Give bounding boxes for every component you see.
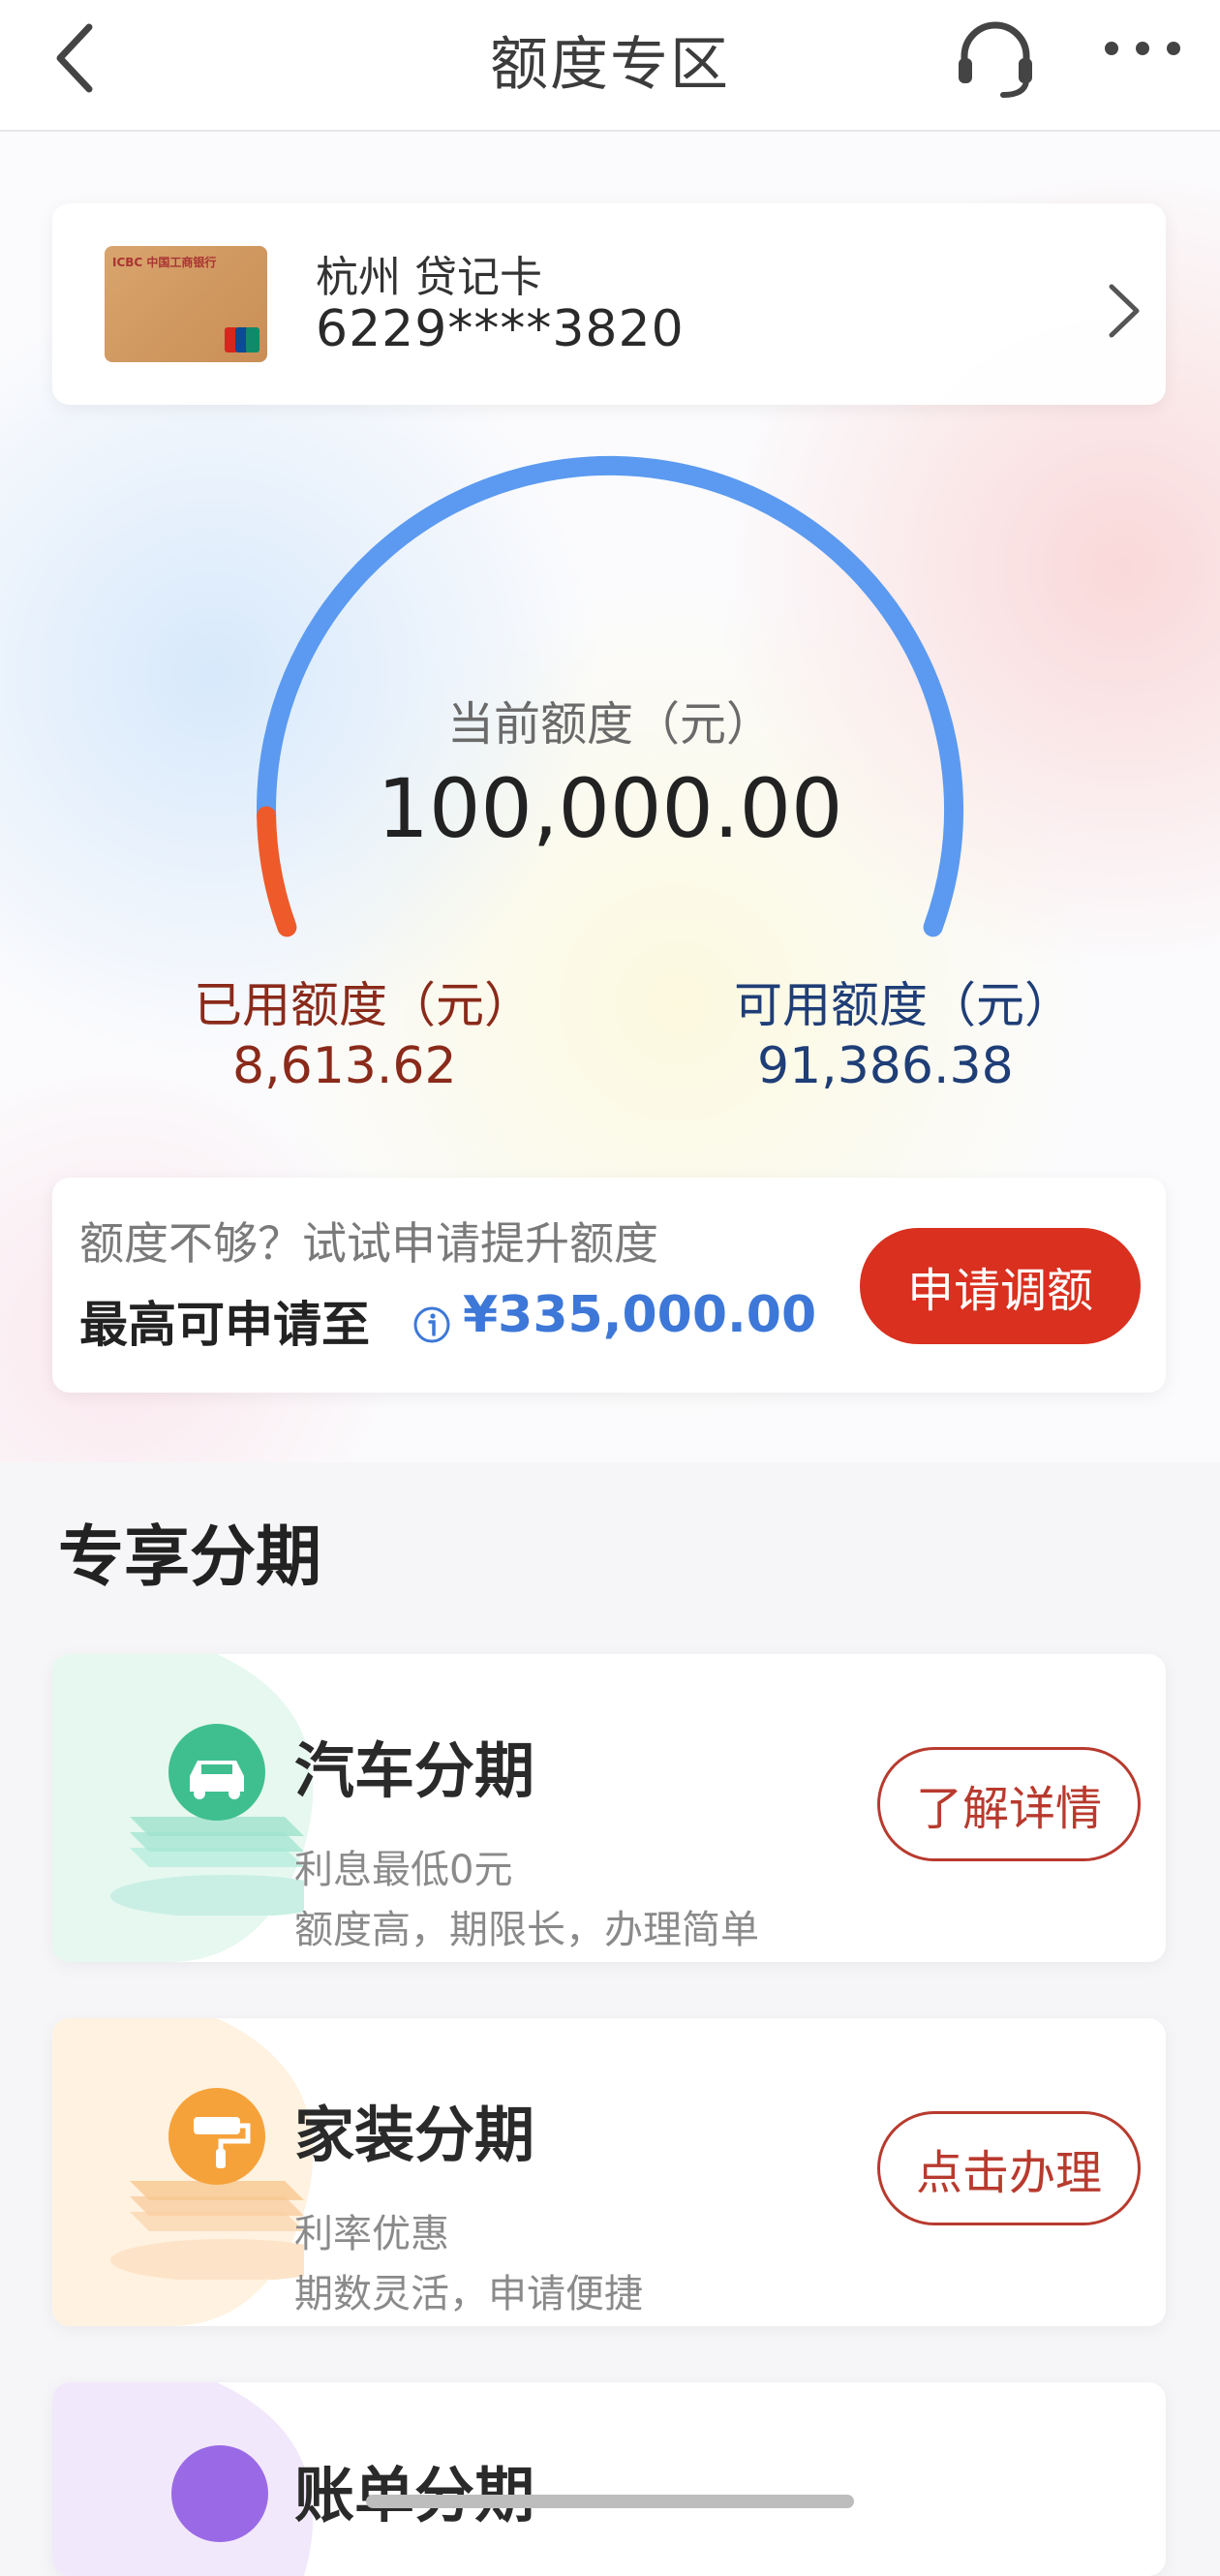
list-item-bill-installment[interactable]: 账单分期 xyxy=(52,2382,1166,2576)
bank-logo-text: ICBC 中国工商银行 xyxy=(112,256,217,269)
available-limit-value: 91,386.38 xyxy=(757,1037,1014,1095)
apply-limit-adjust-button[interactable]: 申请调额 xyxy=(860,1228,1141,1344)
item-title: 汽车分期 xyxy=(294,1735,535,1806)
limit-increase-card: 额度不够？试试申请提升额度 最高可申请至 ¥335,000.00 申请调额 xyxy=(52,1178,1166,1393)
current-limit-label: 当前额度（元） xyxy=(446,697,773,751)
credit-limit-panel: ICBC 中国工商银行 杭州 贷记卡 6229****3820 当前额度（元） … xyxy=(0,132,1220,1462)
max-apply-label: 最高可申请至 xyxy=(79,1297,370,1353)
available-limit-label: 可用额度（元） xyxy=(734,977,1073,1033)
credit-card-selector[interactable]: ICBC 中国工商银行 杭州 贷记卡 6229****3820 xyxy=(52,203,1166,405)
info-icon[interactable] xyxy=(412,1305,451,1344)
limit-increase-hint: 额度不够？试试申请提升额度 xyxy=(79,1217,658,1270)
current-limit-value: 100,000.00 xyxy=(377,761,843,856)
list-item-car-installment[interactable]: 汽车分期 利息最低0元 额度高，期限长，办理简单 了解详情 xyxy=(52,1654,1166,1962)
item-subtitle: 利率优惠 xyxy=(294,2212,449,2256)
card-number: 6229****3820 xyxy=(316,300,685,358)
item-description: 额度高，期限长，办理简单 xyxy=(294,1908,759,1952)
more-dots-icon[interactable] xyxy=(1094,19,1191,97)
section-title: 专享分期 xyxy=(58,1519,322,1596)
car-icon xyxy=(110,1724,304,1916)
customer-service-headset-icon[interactable] xyxy=(947,8,1044,105)
bill-icon xyxy=(171,2445,268,2542)
item-subtitle: 利息最低0元 xyxy=(294,1848,513,1892)
unionpay-logo-icon xyxy=(225,327,259,353)
car-details-button[interactable]: 了解详情 xyxy=(877,1747,1141,1861)
home-apply-button[interactable]: 点击办理 xyxy=(877,2111,1141,2225)
used-limit-label: 已用额度（元） xyxy=(194,977,533,1033)
item-title: 账单分期 xyxy=(294,2446,534,2533)
list-item-home-installment[interactable]: 家装分期 利率优惠 期数灵活，申请便捷 点击办理 xyxy=(52,2018,1166,2326)
chevron-right-icon xyxy=(1109,284,1140,338)
max-apply-value: ¥335,000.00 xyxy=(463,1286,817,1344)
item-description: 期数灵活，申请便捷 xyxy=(294,2272,643,2316)
card-image: ICBC 中国工商银行 xyxy=(105,246,267,362)
top-nav-bar: 额度专区 xyxy=(0,0,1220,132)
used-limit-value: 8,613.62 xyxy=(232,1037,457,1095)
paint-roller-icon xyxy=(110,2088,304,2280)
home-indicator[interactable] xyxy=(366,2495,854,2508)
item-title: 家装分期 xyxy=(294,2100,535,2170)
card-name: 杭州 贷记卡 xyxy=(316,253,542,302)
